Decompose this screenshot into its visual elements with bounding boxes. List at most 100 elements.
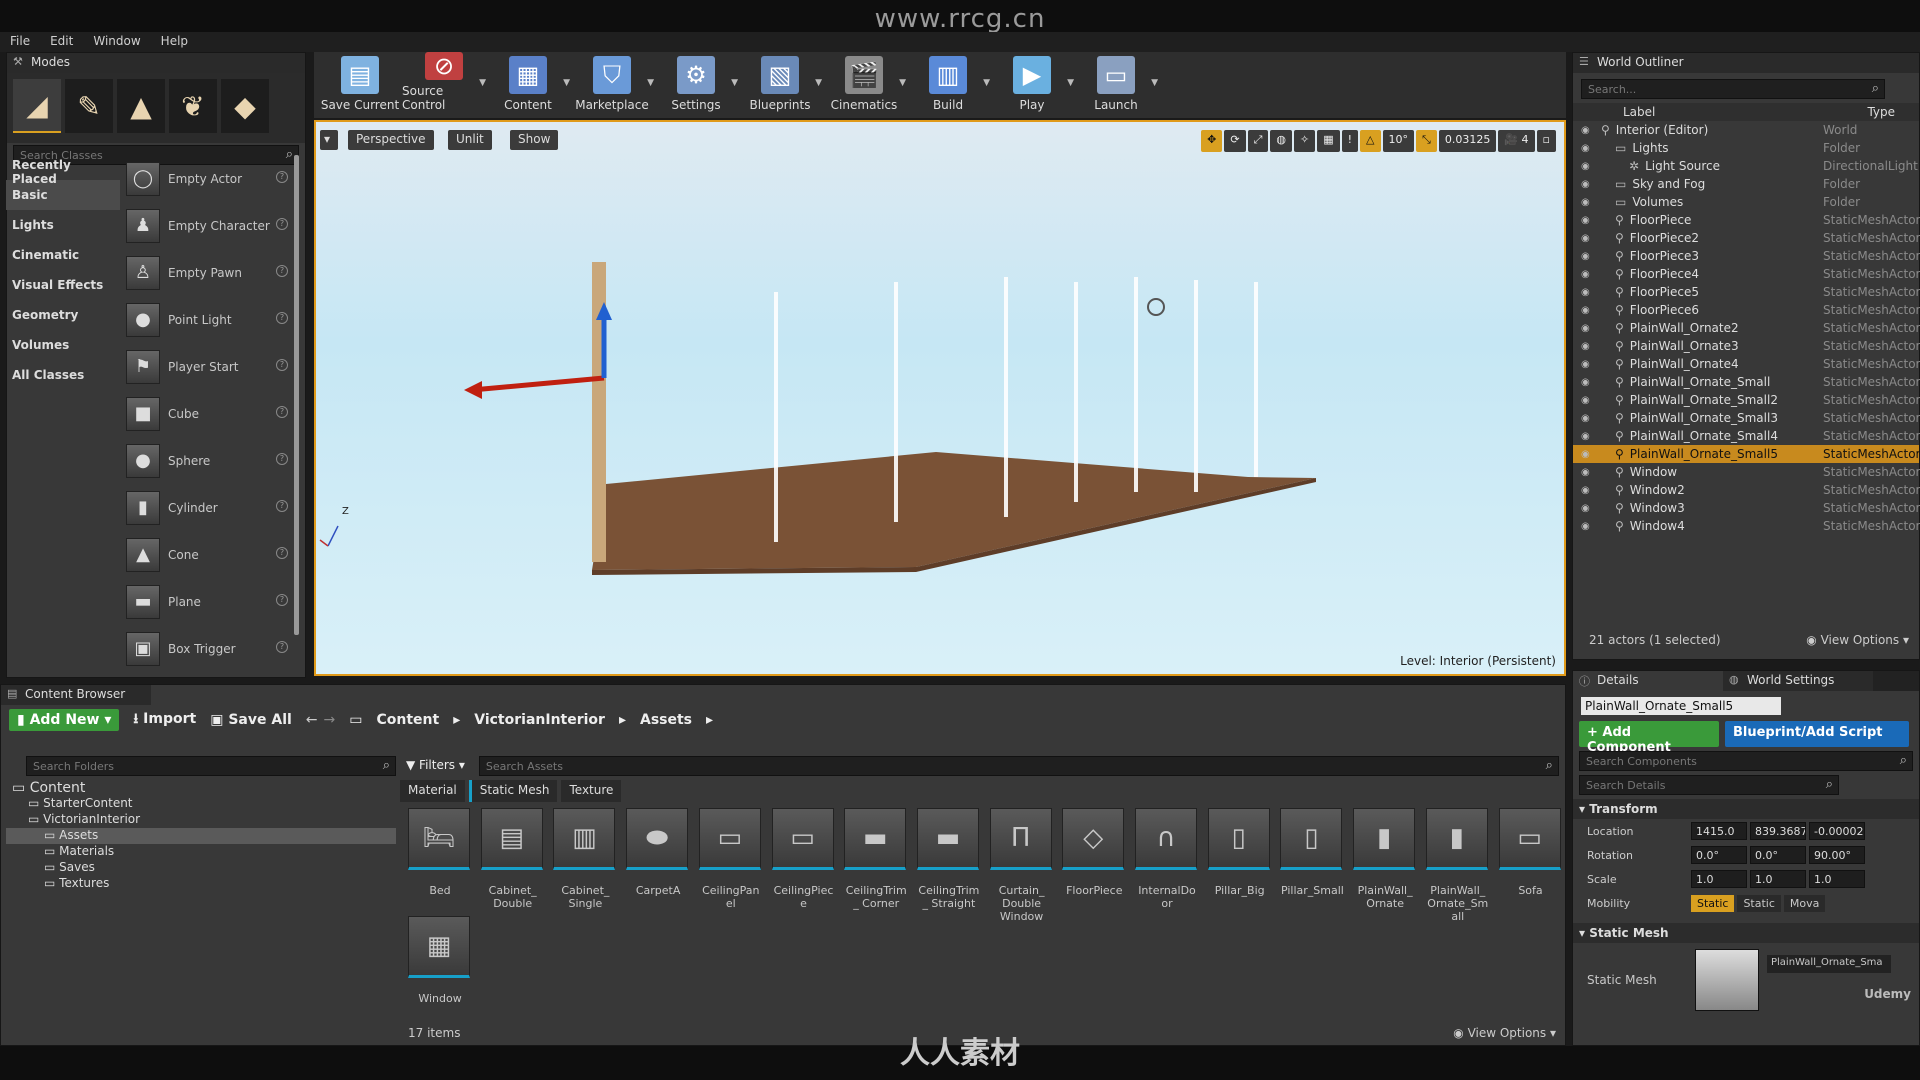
outliner-view-options[interactable]: ◉ View Options ▾: [1806, 633, 1909, 647]
location-x[interactable]: 1415.0: [1691, 822, 1747, 840]
visibility-eye-icon[interactable]: ◉: [1581, 467, 1590, 478]
asset-tile-plainwall-ornate-small[interactable]: ▮ PlainWall_ Ornate_Small: [1425, 808, 1490, 923]
scrollbar[interactable]: [294, 155, 299, 635]
mobility-stationary-button[interactable]: Static: [1737, 894, 1781, 912]
category-recently-placed[interactable]: Recently Placed: [6, 150, 120, 186]
breadcrumb-assets[interactable]: Assets: [640, 712, 692, 728]
category-lights[interactable]: Lights: [6, 210, 120, 240]
outliner-row[interactable]: ◉ ⚲ PlainWall_Ornate4 StaticMeshActor: [1573, 355, 1920, 373]
play-button[interactable]: ▶ Play ▼: [990, 52, 1074, 118]
save-all-button[interactable]: ▣ Save All: [210, 712, 292, 728]
help-icon[interactable]: ?: [276, 359, 288, 371]
static-mesh-dropdown[interactable]: PlainWall_Ornate_Sma: [1767, 955, 1891, 973]
location-y[interactable]: 839.3687: [1750, 822, 1806, 840]
category-visual-effects[interactable]: Visual Effects: [6, 270, 120, 300]
scale-label[interactable]: Scale: [1573, 873, 1691, 886]
asset-tile-plainwall-ornate[interactable]: ▮ PlainWall_ Ornate: [1353, 808, 1417, 910]
category-all-classes[interactable]: All Classes: [6, 360, 120, 390]
place-item-sphere[interactable]: ● Sphere?: [126, 437, 288, 484]
outliner-row[interactable]: ◉ ⚲ PlainWall_Ornate_Small3 StaticMeshActor: [1573, 409, 1920, 427]
tab-details[interactable]: ⓘ Details: [1573, 671, 1723, 691]
visibility-eye-icon[interactable]: ◉: [1581, 197, 1590, 208]
visibility-eye-icon[interactable]: ◉: [1581, 341, 1590, 352]
outliner-row[interactable]: ◉ ▭ Lights Folder: [1573, 139, 1919, 157]
help-icon[interactable]: ?: [276, 218, 288, 230]
rotation-z[interactable]: 90.00°: [1809, 846, 1865, 864]
help-icon[interactable]: ?: [276, 594, 288, 606]
breadcrumb-content[interactable]: Content: [377, 712, 440, 728]
source-control-button[interactable]: ⊘ Source Control ▼: [402, 52, 486, 118]
settings-button[interactable]: ⚙ Settings ▼: [654, 52, 738, 118]
outliner-row[interactable]: ◉ ⚲ Window StaticMeshActor: [1573, 463, 1920, 481]
visibility-eye-icon[interactable]: ◉: [1581, 179, 1590, 190]
outliner-row[interactable]: ◉ ⚲ PlainWall_Ornate_Small4 StaticMeshActor: [1573, 427, 1920, 445]
place-item-empty-pawn[interactable]: ♙ Empty Pawn?: [126, 249, 288, 296]
dropdown-arrow-icon[interactable]: ▼: [731, 78, 738, 88]
folder-victorianinterior[interactable]: ▭ VictorianInterior: [6, 812, 396, 828]
visibility-eye-icon[interactable]: ◉: [1581, 323, 1590, 334]
outliner-row[interactable]: ◉ ▭ Volumes Folder: [1573, 193, 1919, 211]
menu-file[interactable]: File: [0, 32, 40, 52]
outliner-row[interactable]: ◉ ⚲ FloorPiece3 StaticMeshActor: [1573, 247, 1920, 265]
visibility-eye-icon[interactable]: ◉: [1581, 485, 1590, 496]
visibility-eye-icon[interactable]: ◉: [1581, 521, 1590, 532]
place-item-cube[interactable]: ■ Cube?: [126, 390, 288, 437]
visibility-eye-icon[interactable]: ◉: [1581, 251, 1590, 262]
outliner-row[interactable]: ◉ ⚲ Interior (Editor) World: [1573, 121, 1919, 139]
folder-assets[interactable]: ▭ Assets: [6, 828, 396, 844]
foliage-mode-icon[interactable]: ❦: [169, 79, 217, 133]
mobility-movable-button[interactable]: Mova: [1783, 894, 1826, 912]
place-item-cone[interactable]: ▲ Cone?: [126, 531, 288, 578]
place-item-plane[interactable]: ▬ Plane?: [126, 578, 288, 625]
asset-tile-ceilingtrim-straight[interactable]: ▬ CeilingTrim_ Straight: [916, 808, 981, 910]
outliner-row[interactable]: ◉ ✲ Light Source DirectionalLight: [1573, 157, 1919, 175]
marketplace-button[interactable]: ⛉ Marketplace ▼: [570, 52, 654, 118]
outliner-row[interactable]: ◉ ⚲ PlainWall_Ornate3 StaticMeshActor: [1573, 337, 1920, 355]
add-new-button[interactable]: ▮ Add New ▾: [9, 709, 120, 731]
outliner-row[interactable]: ◉ ⚲ Window4 StaticMeshActor: [1573, 517, 1920, 535]
visibility-eye-icon[interactable]: ◉: [1581, 269, 1590, 280]
dropdown-arrow-icon[interactable]: ▼: [1067, 78, 1074, 88]
visibility-eye-icon[interactable]: ◉: [1581, 161, 1590, 172]
asset-tile-ceilingpiece[interactable]: ▭ CeilingPiece: [771, 808, 836, 910]
dropdown-arrow-icon[interactable]: ▼: [479, 78, 486, 88]
outliner-row[interactable]: ◉ ⚲ FloorPiece4 StaticMeshActor: [1573, 265, 1920, 283]
folder-startercontent[interactable]: ▭ StarterContent: [6, 796, 396, 812]
visibility-eye-icon[interactable]: ◉: [1581, 359, 1590, 370]
asset-tile-carpeta[interactable]: ⬬ CarpetA: [626, 808, 690, 897]
outliner-row[interactable]: ◉ ⚲ Window3 StaticMeshActor: [1573, 499, 1920, 517]
asset-tile-window[interactable]: ▦ Window: [408, 916, 472, 1005]
chevron-right-icon[interactable]: ▸: [706, 712, 713, 728]
dropdown-arrow-icon[interactable]: ▼: [563, 78, 570, 88]
outliner-row[interactable]: ◉ ⚲ FloorPiece StaticMeshActor: [1573, 211, 1920, 229]
breadcrumb-victorianinterior[interactable]: VictorianInterior: [474, 712, 605, 728]
category-geometry[interactable]: Geometry: [6, 300, 120, 330]
filter-tab-texture[interactable]: Texture: [561, 780, 622, 802]
geometry-mode-icon[interactable]: ◆: [221, 79, 269, 133]
transform-section[interactable]: ▾ Transform: [1573, 799, 1919, 819]
save-current-button[interactable]: ▤ Save Current: [318, 52, 402, 118]
visibility-eye-icon[interactable]: ◉: [1581, 143, 1590, 154]
outliner-row[interactable]: ◉ ⚲ PlainWall_Ornate_Small5 StaticMeshActor: [1573, 445, 1920, 463]
asset-tile-pillar-big[interactable]: ▯ Pillar_Big: [1207, 808, 1272, 897]
outliner-row[interactable]: ◉ ▭ Sky and Fog Folder: [1573, 175, 1919, 193]
build-button[interactable]: ▥ Build ▼: [906, 52, 990, 118]
launch-button[interactable]: ▭ Launch ▼: [1074, 52, 1158, 118]
back-icon[interactable]: ←: [306, 712, 318, 728]
location-z[interactable]: -0.000023: [1809, 822, 1865, 840]
rotation-y[interactable]: 0.0°: [1750, 846, 1806, 864]
asset-tile-curtain-double-window[interactable]: Π Curtain_ Double Window: [989, 808, 1054, 923]
rotation-x[interactable]: 0.0°: [1691, 846, 1747, 864]
filter-tab-material[interactable]: Material: [400, 780, 465, 802]
blueprints-button[interactable]: ▧ Blueprints ▼: [738, 52, 822, 118]
landscape-mode-icon[interactable]: ▲: [117, 79, 165, 133]
folder-textures[interactable]: ▭ Textures: [6, 876, 396, 892]
chevron-right-icon[interactable]: ▸: [619, 712, 626, 728]
blueprint-script-button[interactable]: Blueprint/Add Script: [1725, 721, 1909, 747]
import-button[interactable]: ⭳ Import: [133, 708, 196, 732]
visibility-eye-icon[interactable]: ◉: [1581, 449, 1590, 460]
asset-tile-sofa[interactable]: ▭ Sofa: [1498, 808, 1563, 897]
outliner-row[interactable]: ◉ ⚲ FloorPiece5 StaticMeshActor: [1573, 283, 1920, 301]
asset-tile-cabinet-single[interactable]: ▥ Cabinet_ Single: [553, 808, 617, 910]
help-icon[interactable]: ?: [276, 641, 288, 653]
